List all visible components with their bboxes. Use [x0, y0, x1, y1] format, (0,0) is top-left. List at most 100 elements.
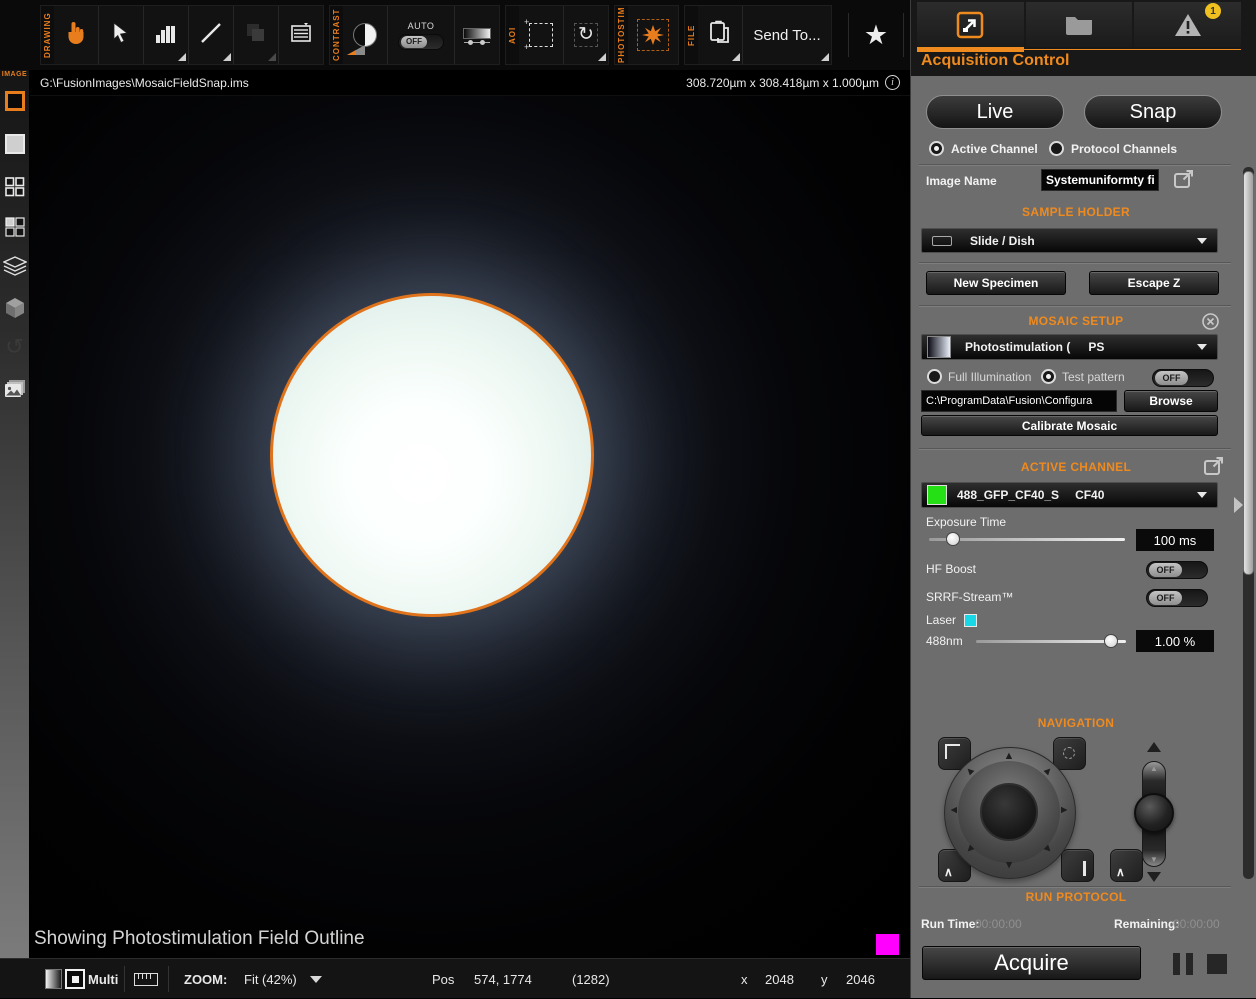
single-channel-button[interactable] [65, 959, 85, 999]
single-view-button[interactable] [5, 134, 25, 154]
z-slider-knob[interactable] [1134, 793, 1174, 833]
new-specimen-button[interactable]: New Specimen [926, 271, 1066, 295]
aoi-select-button[interactable]: ++ [519, 6, 563, 64]
channel-export-button[interactable] [1203, 457, 1225, 480]
acquisition-tab-icon [956, 11, 984, 39]
rotate-view-button[interactable]: ↺ [5, 334, 23, 360]
channel-square-icon [65, 969, 85, 989]
multi-grid-view-button[interactable] [4, 216, 26, 243]
arrow-right-icon[interactable]: ▲ [1058, 803, 1070, 817]
auto-toggle-knob: OFF [401, 36, 427, 48]
zoom-value-dropdown[interactable]: Fit (42%) [244, 959, 297, 999]
channel-color-swatch [927, 485, 947, 505]
copy-button[interactable] [698, 6, 742, 64]
zoom-dropdown-caret[interactable] [310, 959, 322, 999]
y-label: y [821, 959, 828, 999]
levels-icon [463, 28, 491, 43]
export-icon [1203, 457, 1225, 477]
srrf-toggle[interactable]: OFF [1146, 589, 1208, 607]
display-range-button[interactable] [45, 959, 62, 999]
gallery-icon [3, 378, 27, 402]
browse-button[interactable]: Browse [1124, 390, 1218, 412]
region-tool-button[interactable] [233, 6, 278, 64]
sample-holder-value: Slide / Dish [970, 234, 1035, 248]
live-button[interactable]: Live [926, 95, 1064, 129]
calibrate-mosaic-button[interactable]: Calibrate Mosaic [921, 415, 1218, 436]
histogram-icon [154, 21, 178, 50]
photostim-field-button[interactable] [628, 6, 678, 64]
contrast-button[interactable] [343, 6, 387, 64]
laser-slider-thumb[interactable] [1104, 634, 1118, 648]
multi-channel-label[interactable]: Multi [88, 959, 118, 999]
mosaic-config-path-input[interactable] [921, 390, 1117, 412]
protocol-channels-radio[interactable] [1049, 141, 1064, 156]
acquire-button[interactable]: Acquire [922, 946, 1141, 980]
tab-alerts[interactable]: 1 [1134, 2, 1241, 47]
aoi-group-label: AOI [506, 6, 519, 64]
pointer-tool-button[interactable] [54, 6, 98, 64]
gallery-view-button[interactable] [3, 378, 27, 407]
main-toolbar: DRAWING [0, 0, 910, 70]
auto-contrast-toggle[interactable]: OFF [398, 34, 444, 50]
z-down-arrow[interactable] [1147, 872, 1161, 882]
test-pattern-toggle[interactable]: OFF [1152, 369, 1214, 387]
arrow-left-icon[interactable]: ▲ [948, 803, 960, 817]
tab-files[interactable] [1026, 2, 1133, 47]
z-up-arrow[interactable] [1147, 742, 1161, 752]
full-illumination-radio[interactable] [927, 369, 942, 384]
channel-dropdown[interactable]: 488_GFP_CF40_S CF40 [921, 482, 1218, 508]
exposure-slider-thumb[interactable] [946, 532, 960, 546]
tab-acquisition[interactable] [917, 2, 1024, 47]
grid-2x2-alt-icon [4, 216, 26, 238]
acquisition-panel: 1 Acquisition Control Live Snap Active C… [910, 0, 1256, 998]
image-name-export-button[interactable] [1173, 170, 1195, 193]
favorites-star-button[interactable]: ★ [854, 20, 898, 51]
viewer-status-text: Showing Photostimulation Field Outline [34, 928, 365, 950]
arrow-up-icon[interactable]: ▲ [1002, 750, 1016, 762]
contrast-group: CONTRAST AUTO OFF [329, 5, 500, 65]
image-viewport[interactable]: G:\FusionImages\MosaicFieldSnap.ims 308.… [30, 70, 910, 958]
annotation-list-button[interactable] [278, 6, 323, 64]
mosaic-close-button[interactable] [1202, 313, 1219, 333]
grid-2x2-icon [4, 176, 26, 198]
z-stack-view-button[interactable] [3, 256, 27, 283]
volume-view-button[interactable] [4, 296, 26, 325]
histogram-tool-button[interactable] [143, 6, 188, 64]
escape-z-button[interactable]: Escape Z [1089, 271, 1219, 295]
hf-boost-toggle[interactable]: OFF [1146, 561, 1208, 579]
grid-view-button[interactable] [4, 176, 26, 203]
nav-center-target-button[interactable] [1053, 737, 1086, 770]
stop-icon[interactable] [1207, 954, 1227, 974]
xy-joystick-knob[interactable] [980, 783, 1038, 841]
test-pattern-radio[interactable] [1041, 369, 1056, 384]
aoi-rotate-button[interactable]: ↻ [563, 6, 608, 64]
export-icon [1173, 170, 1195, 190]
drawing-group-label: DRAWING [41, 6, 54, 64]
mosaic-mode-dropdown[interactable]: Photostimulation ( PS [921, 334, 1218, 360]
active-channel-radio[interactable] [929, 141, 944, 156]
panel-expander-arrow[interactable] [1234, 497, 1243, 513]
nav-edge-button[interactable] [1061, 849, 1094, 882]
image-canvas[interactable]: Showing Photostimulation Field Outline [30, 96, 910, 958]
slide-icon [932, 236, 952, 246]
info-icon[interactable]: i [885, 75, 900, 90]
panel-scrollbar-thumb[interactable] [1243, 171, 1254, 575]
pause-icon[interactable] [1173, 953, 1180, 975]
scalebar-button[interactable] [134, 959, 158, 999]
contrast-icon [353, 23, 377, 47]
levels-button[interactable] [454, 6, 499, 64]
image-name-input[interactable] [1041, 169, 1159, 191]
sample-holder-dropdown[interactable]: Slide / Dish [921, 228, 1218, 253]
chevron-down-icon [1197, 344, 1207, 350]
arrow-down-icon[interactable]: ▲ [1002, 859, 1016, 871]
single-view-active-button[interactable] [5, 91, 25, 111]
snap-button[interactable]: Snap [1084, 95, 1222, 129]
select-tool-button[interactable] [98, 6, 143, 64]
z-step-button[interactable]: ∧ [1110, 849, 1143, 882]
line-tool-button[interactable] [188, 6, 233, 64]
view-mode-sidebar: IMAGE ↺ [0, 70, 30, 958]
folder-icon [1064, 13, 1094, 37]
send-to-button[interactable]: Send To... [742, 6, 831, 64]
corner-bracket-icon [945, 744, 960, 759]
pause-icon[interactable] [1186, 953, 1193, 975]
